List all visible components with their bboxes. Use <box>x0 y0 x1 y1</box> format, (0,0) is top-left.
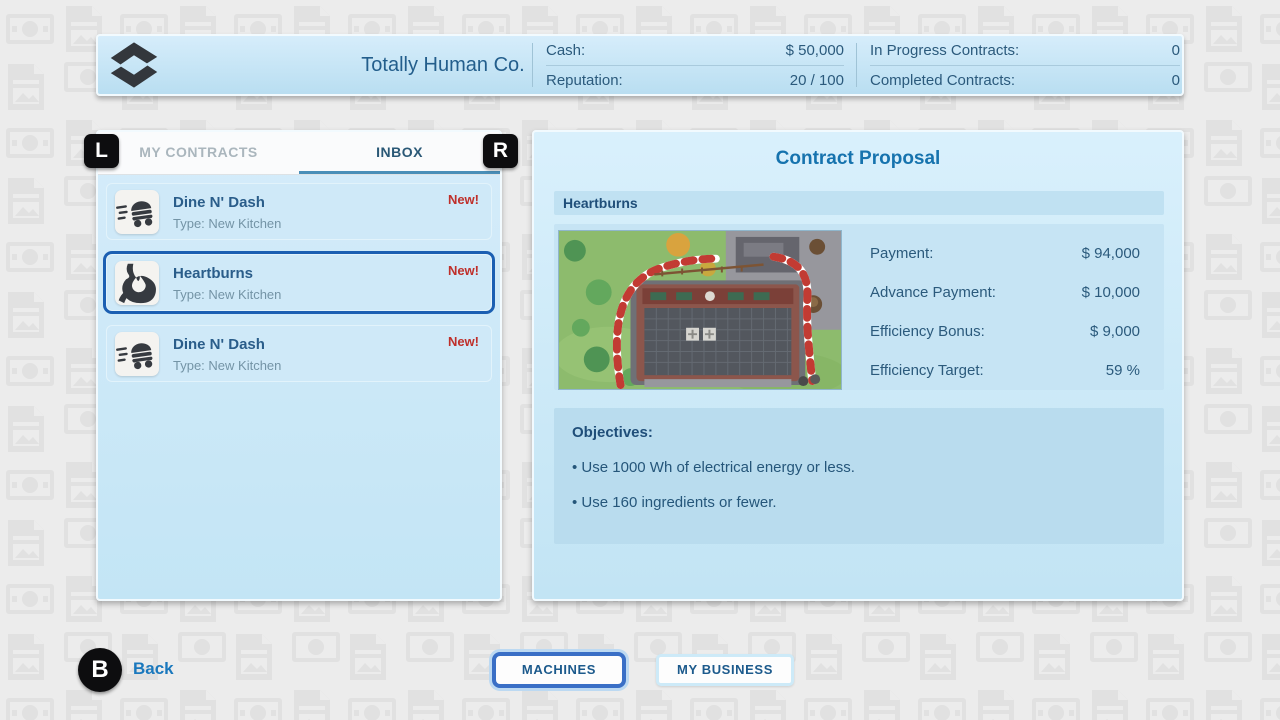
new-badge: New! <box>448 192 479 207</box>
contract-list-item-heartburns[interactable]: Heartburns Type: New Kitchen New! <box>106 254 492 311</box>
payment-label: Payment: <box>870 245 933 262</box>
gamepad-l-shoulder-button[interactable]: L <box>84 134 119 168</box>
machines-button[interactable]: MACHINES <box>492 652 626 688</box>
contracts-tabbar: MY CONTRACTS INBOX <box>98 132 500 175</box>
tab-my-contracts[interactable]: MY CONTRACTS <box>98 132 299 174</box>
proposal-title: Contract Proposal <box>534 148 1182 170</box>
advance-payment-label: Advance Payment: <box>870 284 996 301</box>
efficiency-bonus-row: Efficiency Bonus: $ 9,000 <box>870 312 1140 351</box>
efficiency-target-row: Efficiency Target: 59 % <box>870 351 1140 390</box>
efficiency-bonus-value: $ 9,000 <box>1090 323 1140 340</box>
contract-count-stats: In Progress Contracts: 0 Completed Contr… <box>870 36 1180 94</box>
contract-list-item-dine-n-dash-2[interactable]: Dine N' Dash Type: New Kitchen New! <box>106 325 492 382</box>
game-screen: Totally Human Co. Cash: $ 50,000 Reputat… <box>0 0 1280 720</box>
contract-list: Dine N' Dash Type: New Kitchen New! Hear… <box>98 174 500 405</box>
company-logo-icon <box>106 38 162 92</box>
tab-inbox[interactable]: INBOX <box>299 132 500 174</box>
burger-dash-icon <box>115 332 159 376</box>
advance-payment-row: Advance Payment: $ 10,000 <box>870 273 1140 312</box>
contract-list-item-dine-n-dash[interactable]: Dine N' Dash Type: New Kitchen New! <box>106 183 492 240</box>
company-header: Totally Human Co. Cash: $ 50,000 Reputat… <box>96 34 1184 96</box>
payment-row: Payment: $ 94,000 <box>870 234 1140 273</box>
burger-dash-icon <box>115 190 159 234</box>
contract-details-box: Payment: $ 94,000 Advance Payment: $ 10,… <box>554 224 1164 390</box>
new-badge: New! <box>448 263 479 278</box>
advance-payment-value: $ 10,000 <box>1082 284 1140 301</box>
back-button[interactable]: Back <box>133 659 174 679</box>
objective-item: • Use 1000 Wh of electrical energy or le… <box>572 459 1146 476</box>
my-business-button[interactable]: MY BUSINESS <box>656 654 794 686</box>
cash-reputation-stats: Cash: $ 50,000 Reputation: 20 / 100 <box>546 36 844 94</box>
completed-label: Completed Contracts: <box>870 72 1015 89</box>
kitchen-preview-image <box>558 230 842 390</box>
contracts-panel: MY CONTRACTS INBOX <box>96 130 502 601</box>
contract-type: Type: New Kitchen <box>173 358 281 373</box>
efficiency-target-value: 59 % <box>1106 362 1140 379</box>
objectives-box: Objectives: • Use 1000 Wh of electrical … <box>554 408 1164 544</box>
payment-value: $ 94,000 <box>1082 245 1140 262</box>
objective-item: • Use 160 ingredients or fewer. <box>572 494 1146 511</box>
gamepad-b-button[interactable]: B <box>78 648 122 692</box>
header-divider <box>856 43 857 87</box>
contract-type: Type: New Kitchen <box>173 216 281 231</box>
contract-title: Heartburns <box>173 265 253 282</box>
gamepad-r-shoulder-button[interactable]: R <box>483 134 518 168</box>
contract-type: Type: New Kitchen <box>173 287 281 302</box>
contract-title: Dine N' Dash <box>173 194 265 211</box>
reputation-value: 20 / 100 <box>790 72 844 89</box>
payment-details: Payment: $ 94,000 Advance Payment: $ 10,… <box>870 234 1140 390</box>
cash-row: Cash: $ 50,000 <box>546 36 844 65</box>
in-progress-row: In Progress Contracts: 0 <box>870 36 1180 65</box>
new-badge: New! <box>448 334 479 349</box>
efficiency-target-label: Efficiency Target: <box>870 362 984 379</box>
in-progress-value: 0 <box>1172 42 1180 59</box>
efficiency-bonus-label: Efficiency Bonus: <box>870 323 985 340</box>
header-divider <box>532 43 533 87</box>
completed-row: Completed Contracts: 0 <box>870 66 1180 95</box>
stomach-flame-icon <box>115 261 159 305</box>
in-progress-label: In Progress Contracts: <box>870 42 1019 59</box>
contract-proposal-panel: Contract Proposal Heartburns <box>532 130 1184 601</box>
completed-value: 0 <box>1172 72 1180 89</box>
cash-label: Cash: <box>546 42 585 59</box>
objectives-heading: Objectives: <box>572 424 1146 441</box>
contract-title: Dine N' Dash <box>173 336 265 353</box>
contract-name-bar: Heartburns <box>554 191 1164 215</box>
reputation-label: Reputation: <box>546 72 623 89</box>
cash-value: $ 50,000 <box>786 42 844 59</box>
reputation-row: Reputation: 20 / 100 <box>546 66 844 95</box>
